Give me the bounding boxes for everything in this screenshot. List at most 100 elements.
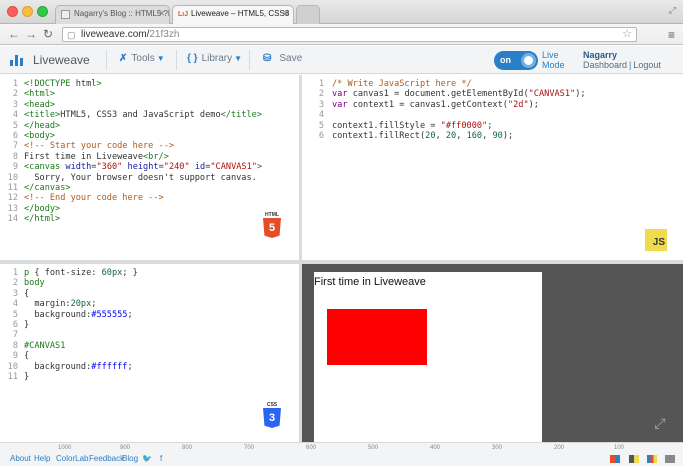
code-line[interactable]: 5 </head> — [0, 121, 262, 131]
code-line[interactable]: 2 body — [0, 278, 138, 288]
tools-label: Tools — [131, 53, 155, 64]
facebook-icon[interactable]: f — [160, 454, 162, 463]
new-tab-button[interactable] — [296, 5, 320, 24]
code-line[interactable]: 1 /* Write JavaScript here */ — [302, 79, 586, 89]
user-name[interactable]: Nagarry — [583, 50, 617, 60]
footer-link-colorlab[interactable]: ColorLab — [56, 454, 88, 463]
line-number: 3 — [12, 99, 18, 110]
code-line[interactable]: 12 <!-- End your code here --> — [0, 193, 262, 203]
bookmark-star-icon[interactable]: ☆ — [622, 28, 632, 41]
line-number: 11 — [7, 182, 18, 193]
footer-link-about[interactable]: About — [10, 454, 31, 463]
live-mode-toggle[interactable]: on — [494, 51, 538, 70]
css-code[interactable]: 1p { font-size: 60px; } 2 body 3{4 margin:2… — [0, 268, 138, 382]
browser-tab-liveweave[interactable]: LıJ Liveweave – HTML5, CSS3 ✕ — [172, 5, 294, 24]
layout-columns-icon[interactable] — [646, 455, 657, 463]
line-number: 2 — [12, 278, 18, 289]
preview-page: First time in Liveweave — [314, 272, 542, 442]
code-text: <title>HTML5, CSS3 and JavaScript demo</… — [24, 110, 263, 121]
hamburger-menu-icon[interactable]: ≡ — [668, 28, 675, 42]
layout-rows-icon[interactable] — [628, 455, 639, 463]
code-line[interactable]: 6} — [0, 320, 138, 330]
save-button[interactable]: ⛁ Save — [263, 53, 302, 64]
layout-menu-icon[interactable] — [665, 455, 675, 463]
zoom-window-button[interactable] — [37, 6, 48, 17]
code-line[interactable]: 5 context1.fillStyle = "#ff0000"; — [302, 121, 586, 131]
code-line[interactable]: 9{ — [0, 351, 138, 361]
library-menu-button[interactable]: { } Library ▼ — [187, 53, 242, 64]
code-text: <!-- End your code here --> — [24, 193, 164, 204]
twitter-icon[interactable]: 🐦 — [142, 454, 152, 463]
code-line[interactable]: 3 var context1 = canvas1.getContext("2d")… — [302, 100, 586, 110]
close-icon[interactable]: ✕ — [282, 9, 289, 18]
layout-grid-icon[interactable] — [610, 455, 621, 463]
ruler-tick: 300 — [492, 445, 503, 451]
minimize-window-button[interactable] — [22, 6, 33, 17]
horizontal-splitter[interactable] — [0, 260, 683, 264]
js-editor-pane[interactable]: 1 /* Write JavaScript here */ 2 var canvas1… — [302, 75, 683, 260]
code-line[interactable]: 10 Sorry, Your browser doesn't support c… — [0, 173, 262, 183]
code-line[interactable]: 14 </html> — [0, 214, 262, 224]
code-line[interactable]: 3{ — [0, 289, 138, 299]
code-line[interactable]: 9 <canvas width="360" height="240" id="CA… — [0, 162, 262, 172]
code-line[interactable]: 11 </canvas> — [0, 183, 262, 193]
line-number: 9 — [12, 351, 18, 362]
preview-pane[interactable]: First time in Liveweave ⤢ — [302, 264, 683, 442]
footer-link-blog[interactable]: Blog — [122, 454, 138, 463]
vertical-splitter[interactable] — [299, 75, 302, 442]
url-host: liveweave.com/ — [81, 29, 150, 40]
footer-link-help[interactable]: Help — [34, 454, 50, 463]
js-code[interactable]: 1 /* Write JavaScript here */ 2 var canvas1… — [302, 79, 586, 141]
forward-arrow-icon[interactable]: → — [25, 27, 37, 41]
ruler-tick: 900 — [120, 445, 131, 451]
preview-canvas — [314, 296, 542, 442]
tools-menu-button[interactable]: ✗ Tools ▼ — [119, 53, 165, 64]
code-line[interactable]: 8 #CANVAS1 — [0, 341, 138, 351]
line-number: 1 — [318, 79, 324, 89]
code-line[interactable]: 3 <head> — [0, 100, 262, 110]
expand-icon[interactable]: ⤢ — [651, 414, 669, 432]
browser-tab-bar: Nagarry's Blog :: HTML5 ?l ✕ LıJ Livewea… — [0, 0, 683, 24]
css3-badge-icon: CSS 3 — [262, 402, 282, 430]
code-text: <canvas width="360" height="240" id="CAN… — [24, 162, 263, 173]
code-line[interactable]: 2 var canvas1 = document.getElementById("… — [302, 89, 586, 99]
live-mode-line-1: Live — [542, 50, 559, 60]
code-line[interactable]: 8 First time in Liveweave<br/> — [0, 152, 262, 162]
code-line[interactable]: 7 — [0, 330, 138, 340]
close-icon[interactable]: ✕ — [158, 9, 165, 18]
back-arrow-icon[interactable]: ← — [8, 27, 20, 41]
line-number: 6 — [318, 130, 324, 141]
code-line[interactable]: 7 <!-- Start your code here --> — [0, 141, 262, 151]
line-number: 3 — [318, 99, 324, 110]
code-line[interactable]: 1 <!DOCTYPE html> — [0, 79, 262, 89]
code-line[interactable]: 4 margin:20px; — [0, 299, 138, 309]
close-window-button[interactable] — [7, 6, 18, 17]
browser-tab-blog[interactable]: Nagarry's Blog :: HTML5 ?l ✕ — [55, 5, 170, 24]
code-line[interactable]: 2 <html> — [0, 89, 262, 99]
ruler-tick: 400 — [430, 445, 441, 451]
footer-link-feedback[interactable]: Feedback — [89, 454, 124, 463]
code-text: #CANVAS1 — [24, 340, 66, 351]
code-line[interactable]: 13 </body> — [0, 204, 262, 214]
address-bar[interactable]: ▢ liveweave.com/21f3zh ☆ — [62, 27, 637, 42]
dashboard-link[interactable]: Dashboard — [583, 60, 627, 70]
html-editor-pane[interactable]: 1 <!DOCTYPE html> 2 <html> 3 <head> 4 <title>HT… — [0, 75, 299, 260]
code-line[interactable]: 1 p { font-size: 60px; } — [0, 268, 138, 278]
line-number: 13 — [7, 203, 18, 214]
code-line[interactable]: 6 context1.fillRect(20, 20, 160, 90); — [302, 131, 586, 141]
reload-icon[interactable]: ↻ — [43, 27, 53, 41]
code-line[interactable]: 6 <body> — [0, 131, 262, 141]
css-editor-pane[interactable]: 1p { font-size: 60px; } 2 body 3{4 margin:2… — [0, 264, 299, 442]
code-line[interactable]: 10 background:#ffffff; — [0, 362, 138, 372]
code-text: </html> — [24, 214, 61, 225]
logout-link[interactable]: Logout — [633, 60, 661, 70]
html-code[interactable]: 1 <!DOCTYPE html> 2 <html> 3 <head> 4 <title>HT… — [0, 79, 263, 224]
line-number: 8 — [12, 340, 18, 351]
code-line[interactable]: 11} — [0, 372, 138, 382]
fullscreen-icon[interactable]: ⤢ — [669, 5, 676, 16]
code-line[interactable]: 4 — [302, 110, 586, 120]
code-line[interactable]: 5 background:#555555; — [0, 310, 138, 320]
line-number: 8 — [12, 151, 18, 162]
code-text: { — [24, 351, 30, 362]
code-line[interactable]: 4 <title>HTML5, CSS3 and JavaScript demo<… — [0, 110, 262, 120]
